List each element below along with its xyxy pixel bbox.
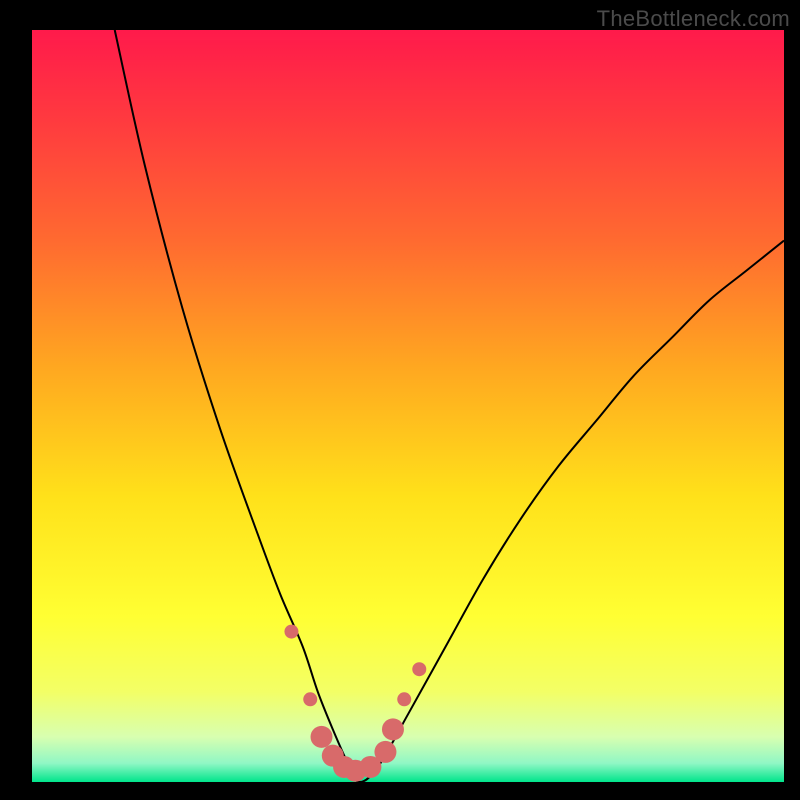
plot-background	[32, 30, 784, 782]
watermark-label: TheBottleneck.com	[597, 6, 790, 32]
curve-marker	[303, 692, 317, 706]
curve-marker	[412, 662, 426, 676]
curve-marker	[311, 726, 333, 748]
curve-marker	[397, 692, 411, 706]
chart-frame: TheBottleneck.com	[0, 0, 800, 800]
curve-marker	[284, 625, 298, 639]
bottleneck-chart	[0, 0, 800, 800]
curve-marker	[382, 718, 404, 740]
curve-marker	[374, 741, 396, 763]
